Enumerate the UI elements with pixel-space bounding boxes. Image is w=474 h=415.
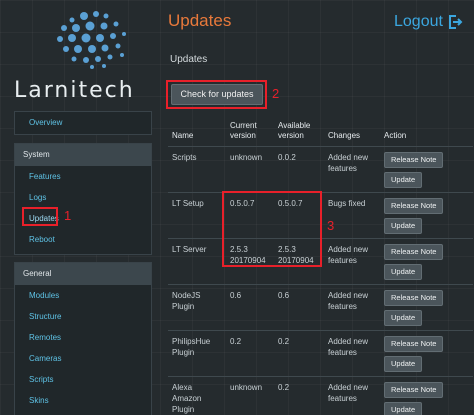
update-button[interactable]: Update <box>384 401 423 415</box>
cell-actions: Release Note Update <box>380 191 473 238</box>
sidebar-item-features[interactable]: Features <box>15 166 151 187</box>
nav-header-system: System <box>15 144 151 166</box>
page-title: Updates <box>168 11 232 30</box>
cell-changes: Added new features <box>324 145 380 192</box>
cell-changes: Added new features <box>324 329 380 376</box>
sidebar-item-modules[interactable]: Modules <box>15 285 151 306</box>
cell-available-version: 0.2 <box>274 375 324 415</box>
sidebar-item-skins[interactable]: Skins <box>15 390 151 411</box>
cell-available-version: 0.2 <box>274 329 324 376</box>
release-note-button[interactable]: Release Note <box>384 381 444 398</box>
cell-current-version: unknown <box>226 145 274 192</box>
cell-actions: Release Note Update <box>380 145 473 192</box>
sidebar-item-cameras[interactable]: Cameras <box>15 348 151 369</box>
column-header-available-version: Available version <box>278 120 311 140</box>
update-button[interactable]: Update <box>384 309 423 326</box>
cell-name: Scripts <box>168 145 226 192</box>
cell-changes: Added new features <box>324 375 380 415</box>
column-header-current-version: Current version <box>230 120 257 140</box>
cell-name: LT Server <box>168 237 226 284</box>
cell-name: Alexa Amazon Plugin <box>168 375 226 415</box>
cell-available-version: 0.0.2 <box>274 145 324 192</box>
release-note-button[interactable]: Release Note <box>384 151 444 168</box>
cell-available-version: 0.6 <box>274 283 324 330</box>
logout-icon <box>448 15 463 29</box>
brand-name: Larnitech <box>14 78 135 103</box>
cell-current-version: 0.2 <box>226 329 274 376</box>
annotation-label-3: 3 <box>327 218 335 233</box>
nav-overview-panel: Overview <box>14 111 152 135</box>
nav-system-panel: System Features Logs Updates Reboot <box>14 143 152 255</box>
release-note-button[interactable]: Release Note <box>384 335 444 352</box>
column-header-name: Name <box>172 130 194 140</box>
release-note-button[interactable]: Release Note <box>384 243 444 260</box>
update-button[interactable]: Update <box>384 171 423 188</box>
sidebar-item-structure[interactable]: Structure <box>15 306 151 327</box>
cell-actions: Release Note Update <box>380 237 473 284</box>
cell-changes: Added new features <box>324 237 380 284</box>
column-header-action: Action <box>384 130 407 140</box>
annotation-box-updates <box>22 207 58 226</box>
sidebar-item-scripts[interactable]: Scripts <box>15 369 151 390</box>
nav-general-panel: General Modules Structure Remotes Camera… <box>14 262 152 415</box>
logo: Larnitech <box>12 8 157 103</box>
release-note-button[interactable]: Release Note <box>384 197 444 214</box>
cell-current-version: unknown <box>226 375 274 415</box>
cell-actions: Release Note Update <box>380 329 473 376</box>
sidebar-item-reboot[interactable]: Reboot <box>15 229 151 250</box>
table-row: PhilipsHue Plugin 0.2 0.2 Added new feat… <box>168 329 473 376</box>
table-row: Alexa Amazon Plugin unknown 0.2 Added ne… <box>168 375 473 415</box>
update-button[interactable]: Update <box>384 217 423 234</box>
annotation-label-2: 2 <box>272 86 280 101</box>
update-button[interactable]: Update <box>384 355 423 372</box>
logout-label: Logout <box>394 13 443 30</box>
annotation-box-versions <box>222 191 322 267</box>
logo-dots-icon <box>57 11 126 69</box>
sidebar-item-overview[interactable]: Overview <box>15 112 151 133</box>
update-button[interactable]: Update <box>384 263 423 280</box>
nav-header-general: General <box>15 263 151 285</box>
cell-actions: Release Note Update <box>380 283 473 330</box>
table-header-row: Name Current version Available version C… <box>168 111 473 146</box>
section-subtitle: Updates <box>170 54 208 65</box>
table-row: Scripts unknown 0.0.2 Added new features… <box>168 145 473 192</box>
release-note-button[interactable]: Release Note <box>384 289 444 306</box>
cell-current-version: 0.6 <box>226 283 274 330</box>
cell-name: NodeJS Plugin <box>168 283 226 330</box>
sidebar-item-remotes[interactable]: Remotes <box>15 327 151 348</box>
column-header-changes: Changes <box>328 130 361 140</box>
cell-name: PhilipsHue Plugin <box>168 329 226 376</box>
cell-changes: Added new features <box>324 283 380 330</box>
cell-actions: Release Note Update <box>380 375 473 415</box>
logout-link[interactable]: Logout <box>394 13 463 31</box>
sidebar-item-logs[interactable]: Logs <box>15 187 151 208</box>
annotation-box-check-button <box>166 80 267 109</box>
table-row: NodeJS Plugin 0.6 0.6 Added new features… <box>168 283 473 330</box>
annotation-label-1: 1 <box>64 208 72 223</box>
cell-name: LT Setup <box>168 191 226 238</box>
